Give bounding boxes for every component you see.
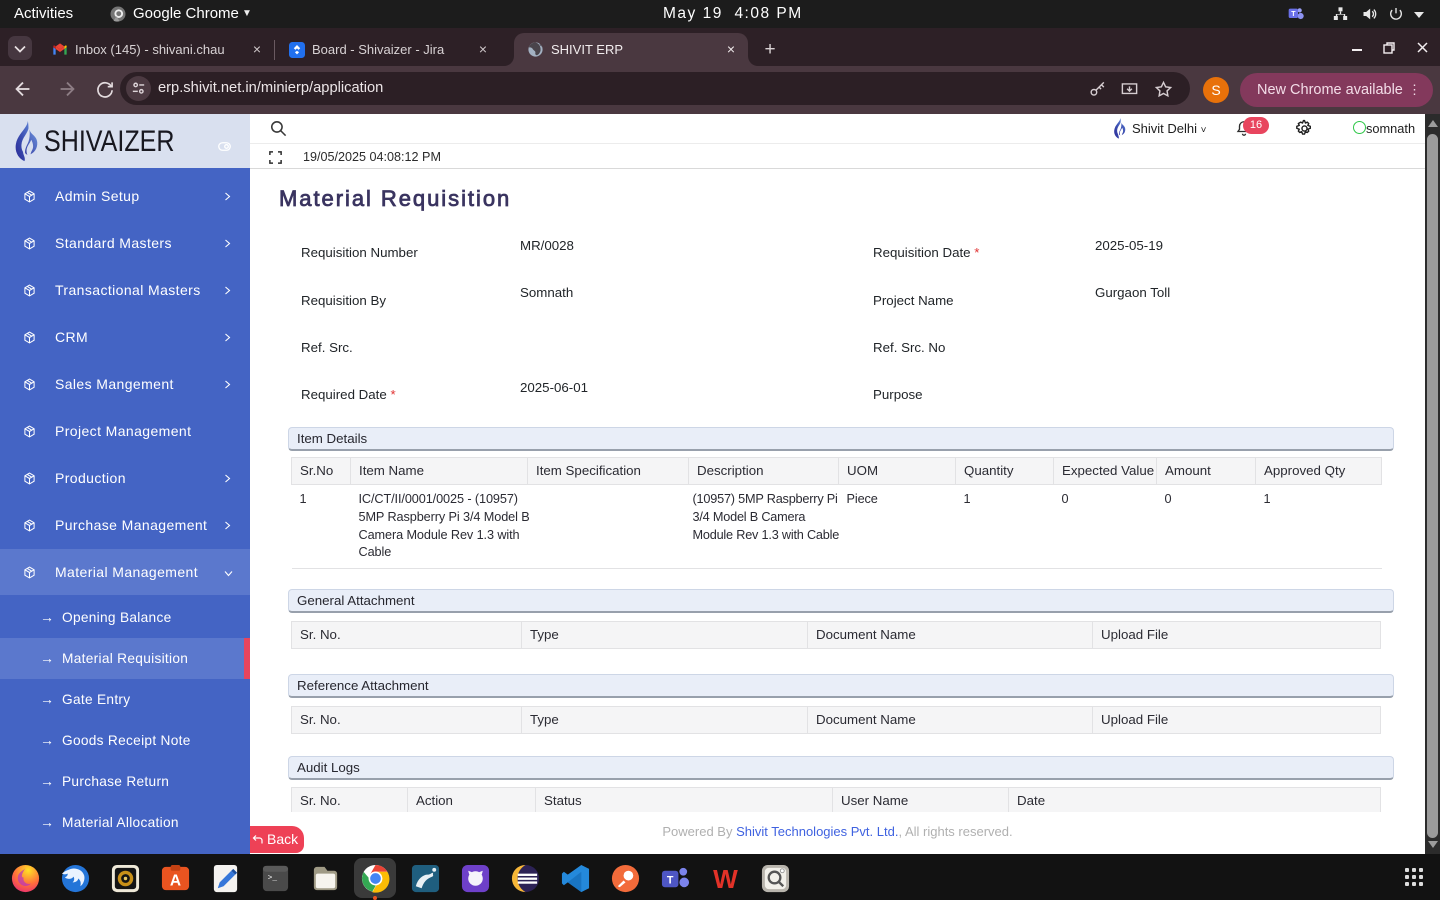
- svg-text:T: T: [667, 874, 674, 886]
- svg-text:T: T: [1291, 11, 1296, 18]
- svg-text:W: W: [713, 864, 738, 894]
- svg-text:A: A: [170, 872, 181, 889]
- svg-text:>_: >_: [268, 874, 278, 882]
